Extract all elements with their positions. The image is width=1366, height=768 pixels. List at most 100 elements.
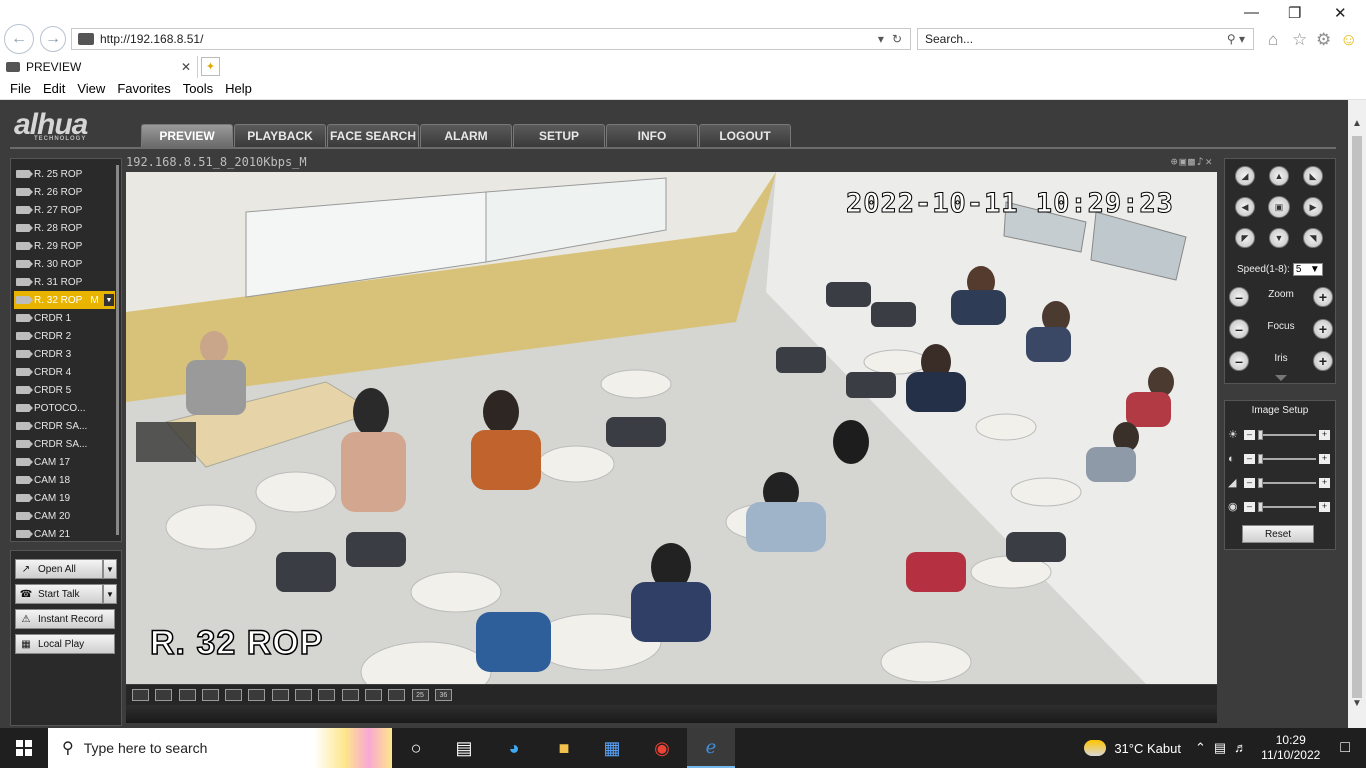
dropdown-icon[interactable]: ▾ (878, 32, 884, 46)
menu-file[interactable]: File (10, 81, 31, 96)
ptz-up-right-button[interactable]: ◣ (1303, 166, 1323, 186)
layout-wide-button[interactable] (201, 689, 219, 701)
ptz-right-button[interactable]: ▶ (1303, 197, 1323, 217)
start-talk-button[interactable]: ☎ Start Talk (15, 584, 103, 604)
layout-8-button[interactable] (295, 689, 313, 701)
layout-zoom-button[interactable] (178, 689, 196, 701)
scroll-thumb[interactable] (1352, 136, 1362, 698)
minimize-icon[interactable]: — (1244, 4, 1259, 21)
menu-help[interactable]: Help (225, 81, 252, 96)
channel-item[interactable]: CRDR 2 (11, 327, 121, 345)
restore-icon[interactable]: ❐ (1288, 4, 1301, 22)
channel-item[interactable]: CAM 21 (11, 525, 121, 543)
settings-gear-icon[interactable]: ⚙ (1316, 30, 1331, 50)
brightness-plus-button[interactable]: + (1319, 430, 1330, 440)
layout-25-button[interactable]: 25 (411, 689, 429, 701)
tab-preview-main[interactable]: PREVIEW (141, 124, 233, 147)
store-icon[interactable]: ▦ (588, 728, 636, 768)
hue-thumb[interactable] (1258, 502, 1263, 512)
contrast-slider[interactable] (1258, 454, 1316, 464)
channel-item[interactable]: CAM 19 (11, 489, 121, 507)
instant-record-button[interactable]: ⚠ Instant Record (15, 609, 115, 629)
tab-face-search[interactable]: FACE SEARCH (327, 124, 419, 147)
search-bar[interactable]: Search... ⚲ ▾ (917, 28, 1254, 50)
ptz-up-button[interactable]: ▲ (1269, 166, 1289, 186)
chevron-up-icon[interactable]: ⌃ (1195, 740, 1214, 755)
focus-plus-button[interactable]: + (1313, 319, 1333, 339)
smiley-feedback-icon[interactable]: ☺ (1340, 30, 1357, 50)
close-video-icon[interactable]: ✕ (1205, 155, 1214, 168)
ptz-down-button[interactable]: ▼ (1269, 228, 1289, 248)
contrast-plus-button[interactable]: + (1319, 454, 1330, 464)
channel-item[interactable]: R. 27 ROP (11, 201, 121, 219)
channel-item[interactable]: R. 28 ROP (11, 219, 121, 237)
channel-item[interactable]: R. 26 ROP (11, 183, 121, 201)
zoom-in-button[interactable]: + (1313, 287, 1333, 307)
tab-info[interactable]: INFO (606, 124, 698, 147)
layout-6-button[interactable] (271, 689, 289, 701)
address-bar[interactable]: http://192.168.8.51/ ▾ ↻ (71, 28, 911, 50)
notification-icon[interactable]: □ (1340, 739, 1350, 757)
taskbar-search[interactable]: ⚲ Type here to search (48, 728, 392, 768)
menu-tools[interactable]: Tools (183, 81, 213, 96)
layout-fullscreen-button[interactable] (132, 689, 149, 701)
focus-minus-button[interactable]: – (1229, 319, 1249, 339)
ptz-down-left-button[interactable]: ◤ (1235, 228, 1255, 248)
saturation-slider[interactable] (1258, 478, 1316, 488)
live-video-view[interactable]: 2022-10-11 10:29:23 R. 32 ROP (126, 172, 1217, 684)
iris-minus-button[interactable]: – (1229, 351, 1249, 371)
edge-icon[interactable]: ◕ (490, 728, 538, 768)
channel-item[interactable]: R. 25 ROP (11, 165, 121, 183)
zoom-out-button[interactable]: – (1229, 287, 1249, 307)
clock[interactable]: 10:29 11/10/2022 (1261, 733, 1320, 763)
contrast-thumb[interactable] (1258, 454, 1263, 464)
layout-20-button[interactable] (388, 689, 406, 701)
forward-button[interactable]: → (40, 26, 66, 52)
layout-16-button[interactable] (364, 689, 382, 701)
channel-item[interactable]: CRDR 4 (11, 363, 121, 381)
scroll-down-icon[interactable]: ▼ (1348, 694, 1366, 712)
tab-logout[interactable]: LOGOUT (699, 124, 791, 147)
saturation-thumb[interactable] (1258, 478, 1263, 488)
tab-alarm[interactable]: ALARM (420, 124, 512, 147)
channel-item[interactable]: CRDR SA... (11, 417, 121, 435)
weather-widget[interactable]: 31°C Kabut (1084, 740, 1181, 756)
volume-icon[interactable]: ♬ (1234, 740, 1255, 755)
snapshot-icon[interactable]: ▣ (1180, 155, 1189, 168)
layout-9-button[interactable] (318, 689, 336, 701)
contrast-minus-button[interactable]: – (1244, 454, 1255, 464)
channel-item[interactable]: CRDR 1 (11, 309, 121, 327)
collapse-arrow-icon[interactable] (1275, 375, 1287, 381)
brightness-slider[interactable] (1258, 430, 1316, 440)
hue-slider[interactable] (1258, 502, 1316, 512)
layout-13-button[interactable] (341, 689, 359, 701)
hue-minus-button[interactable]: – (1244, 502, 1255, 512)
channel-item[interactable]: R. 32 ROP M ▼ (14, 291, 115, 309)
hue-plus-button[interactable]: + (1319, 502, 1330, 512)
reset-button[interactable]: Reset (1242, 525, 1314, 543)
channel-dropdown-icon[interactable]: ▼ (104, 294, 114, 306)
layout-4-button[interactable] (248, 689, 266, 701)
back-button[interactable]: ← (4, 24, 34, 54)
channel-item[interactable]: POTOCO... (11, 399, 121, 417)
close-window-icon[interactable]: ✕ (1334, 4, 1347, 22)
channel-scrollbar[interactable] (116, 165, 119, 535)
iris-plus-button[interactable]: + (1313, 351, 1333, 371)
tab-playback[interactable]: PLAYBACK (234, 124, 326, 147)
menu-edit[interactable]: Edit (43, 81, 65, 96)
menu-favorites[interactable]: Favorites (117, 81, 170, 96)
channel-item[interactable]: CRDR SA... (11, 435, 121, 453)
search-icon[interactable]: ⚲ ▾ (1227, 32, 1245, 46)
ptz-center-button[interactable]: ▣ (1268, 196, 1290, 218)
ptz-left-button[interactable]: ◀ (1235, 197, 1255, 217)
refresh-icon[interactable]: ↻ (892, 32, 902, 46)
record-icon[interactable]: ▩ (1188, 155, 1197, 168)
layout-36-button[interactable]: 36 (434, 689, 452, 701)
zoom-icon[interactable]: ⊕ (1171, 155, 1180, 168)
tab-setup[interactable]: SETUP (513, 124, 605, 147)
brightness-minus-button[interactable]: – (1244, 430, 1255, 440)
page-scrollbar[interactable]: ▲ ▼ (1348, 100, 1366, 728)
task-view-icon[interactable]: ▤ (440, 728, 488, 768)
local-play-button[interactable]: ▦ Local Play (15, 634, 115, 654)
channel-item[interactable]: CAM 17 (11, 453, 121, 471)
